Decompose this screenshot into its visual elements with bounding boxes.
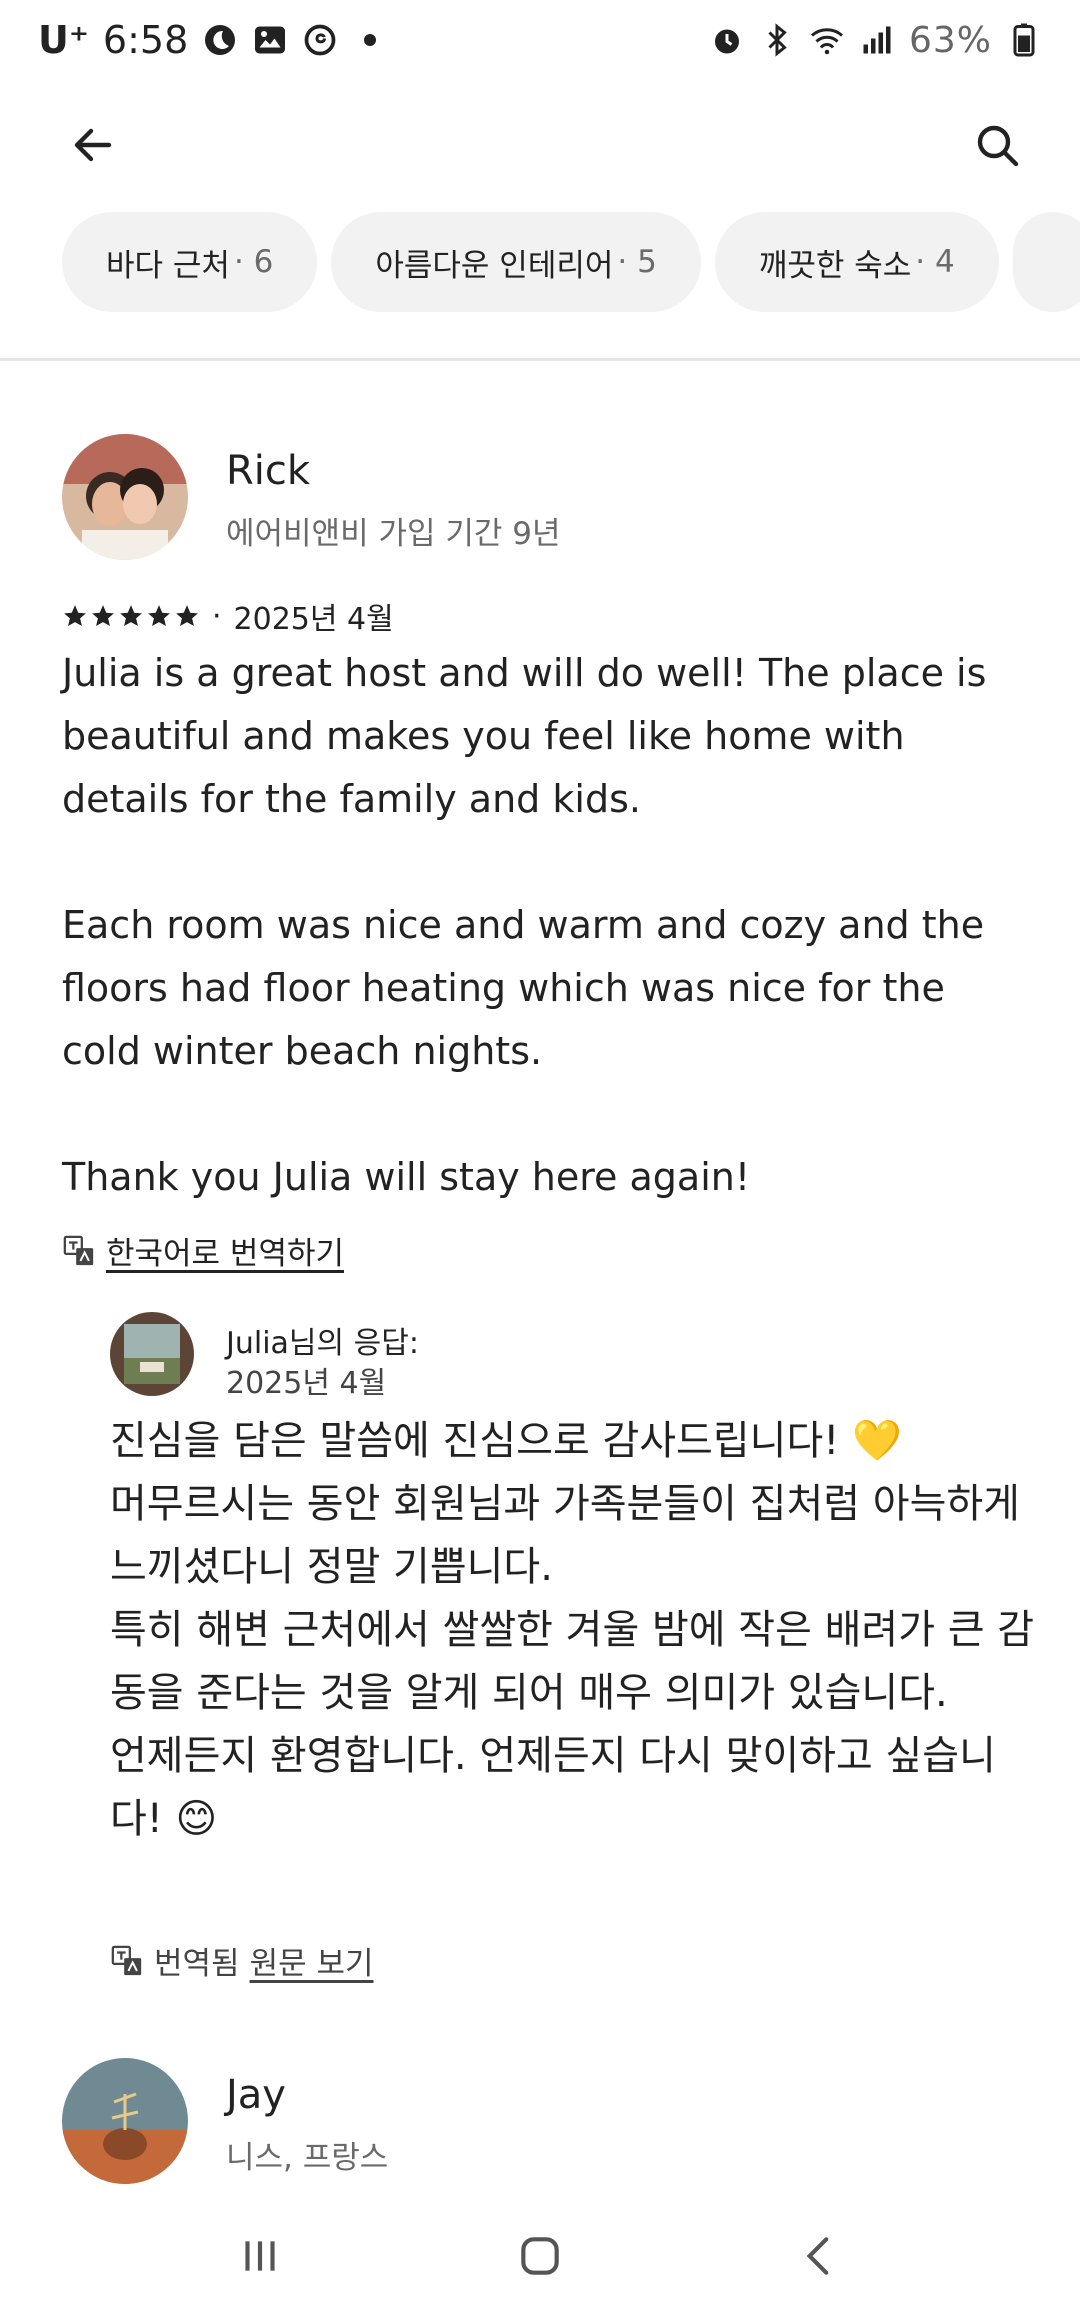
translate-icon [63,1235,94,1265]
rating-row: · 2025년 4월 [62,594,394,638]
chip-clean-stay[interactable]: 깨끗한 숙소 · 4 [714,212,999,312]
chip-more[interactable] [1012,212,1080,312]
reviewer-name: Rick [226,448,311,494]
translate-label[interactable]: 한국어로 번역하기 [106,1228,344,1273]
chip-label: 깨끗한 숙소 [758,247,912,284]
reviewer-location: 니스, 프랑스 [226,2140,389,2176]
chip-count: · 5 [617,244,657,280]
bluetooth-icon [759,22,795,58]
top-nav [0,100,1080,190]
alarm-icon [709,22,745,58]
status-time: 6:58 [102,18,189,62]
back-button[interactable] [58,110,128,180]
star-icon [176,605,198,626]
star-icon [148,605,170,626]
filter-chips: 바다 근처 · 6 아름다운 인테리어 · 5 깨끗한 숙소 · 4 [0,212,1080,316]
chip-beautiful-interior[interactable]: 아름다운 인테리어 · 5 [331,212,701,312]
battery-icon [1006,22,1042,58]
notification-dot-icon [352,22,388,58]
search-icon [977,125,1019,167]
star-icon [120,605,142,626]
separator-dot: · [212,598,222,634]
status-bar: U⁺ 6:58 63% [0,0,1080,80]
star-icon [64,605,86,626]
home-button[interactable] [505,2221,575,2291]
star-icon [92,605,114,626]
member-since: 에어비앤비 가입 기간 9년 [226,516,561,552]
avatar-jay[interactable] [62,2058,188,2184]
avatar-rick[interactable] [62,434,188,560]
threads-icon [302,22,338,58]
arrow-left-icon [74,128,112,162]
response-title: Julia님의 응답: [226,1326,419,1361]
system-nav-bar [0,2196,1080,2316]
chip-count: · 4 [915,244,955,280]
recent-apps-icon [245,2241,275,2271]
system-back-button[interactable] [785,2221,855,2291]
home-icon [521,2237,559,2275]
chip-label: 아름다운 인테리어 [375,247,614,284]
divider [0,358,1080,361]
wifi-icon [809,22,845,58]
chip-count: · 6 [233,244,274,280]
translate-link[interactable]: 한국어로 번역하기 [62,1228,344,1273]
review-text: Julia is a great host and will do well! … [62,651,987,1199]
recent-apps-button[interactable] [225,2221,295,2291]
translated-label: 번역됨 [154,1946,240,1982]
view-original-link[interactable]: 원문 보기 [250,1938,374,1983]
review-date: 2025년 4월 [233,602,394,637]
avatar-host[interactable] [110,1312,194,1396]
signal-icon [859,22,895,58]
star-rating [62,603,200,629]
battery-level: 63% [908,19,992,61]
gallery-icon [252,22,288,58]
reviewer-name: Jay [226,2072,286,2118]
chip-label: 바다 근처 [106,247,230,284]
translated-note: 번역됨 원문 보기 [110,1938,374,1983]
do-not-disturb-icon [202,22,238,58]
translate-icon [111,1945,142,1975]
back-icon [806,2237,829,2275]
carrier-label: U⁺ [38,18,89,62]
search-button[interactable] [962,110,1032,180]
response-text: 진심을 담은 말씀에 진심으로 감사드립니다! 💛 머무르시는 동안 회원님과 … [110,1418,1035,1842]
chip-near-sea[interactable]: 바다 근처 · 6 [62,212,318,312]
response-date: 2025년 4월 [226,1366,387,1401]
